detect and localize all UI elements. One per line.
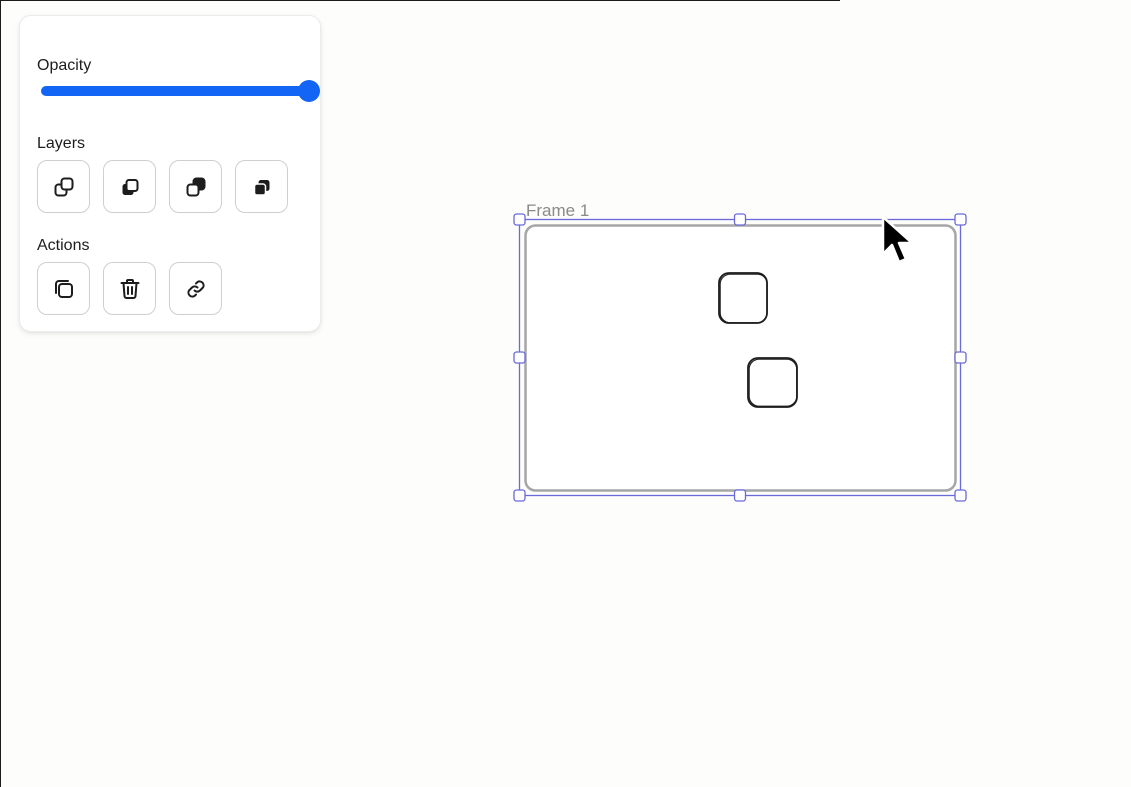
- link-icon: [186, 279, 205, 298]
- opacity-slider-thumb[interactable]: [298, 80, 320, 102]
- resize-handle-bottom-right[interactable]: [954, 489, 967, 502]
- actions-label: Actions: [37, 237, 90, 254]
- bring-to-front-icon: [122, 178, 138, 195]
- resize-handle-top-right[interactable]: [954, 213, 967, 226]
- resize-handle-top-left[interactable]: [513, 213, 526, 226]
- link-button[interactable]: [169, 262, 222, 315]
- bring-forward-icon: [54, 177, 73, 196]
- mouse-cursor-icon: [881, 215, 914, 264]
- resize-handle-bottom[interactable]: [733, 489, 747, 502]
- style-panel: Opacity Layers Actions: [19, 15, 321, 332]
- duplicate-icon: [54, 279, 73, 298]
- send-backward-icon: [186, 177, 205, 196]
- resize-handle-left[interactable]: [513, 351, 526, 364]
- layers-label: Layers: [37, 135, 86, 152]
- actions-button-row: [37, 262, 222, 315]
- delete-button[interactable]: [103, 262, 156, 315]
- duplicate-button[interactable]: [37, 262, 90, 315]
- opacity-label: Opacity: [37, 57, 92, 74]
- bring-to-front-button[interactable]: [103, 160, 156, 213]
- layers-button-row: [37, 160, 288, 213]
- resize-handle-bottom-left[interactable]: [513, 489, 526, 502]
- resize-handle-top[interactable]: [733, 213, 747, 226]
- opacity-slider[interactable]: [41, 80, 320, 102]
- send-to-back-button[interactable]: [235, 160, 288, 213]
- send-backward-button[interactable]: [169, 160, 222, 213]
- bring-forward-button[interactable]: [37, 160, 90, 213]
- trash-icon: [120, 278, 139, 299]
- opacity-slider-fill: [41, 86, 309, 96]
- send-to-back-icon: [253, 179, 269, 196]
- resize-handle-right[interactable]: [954, 351, 967, 364]
